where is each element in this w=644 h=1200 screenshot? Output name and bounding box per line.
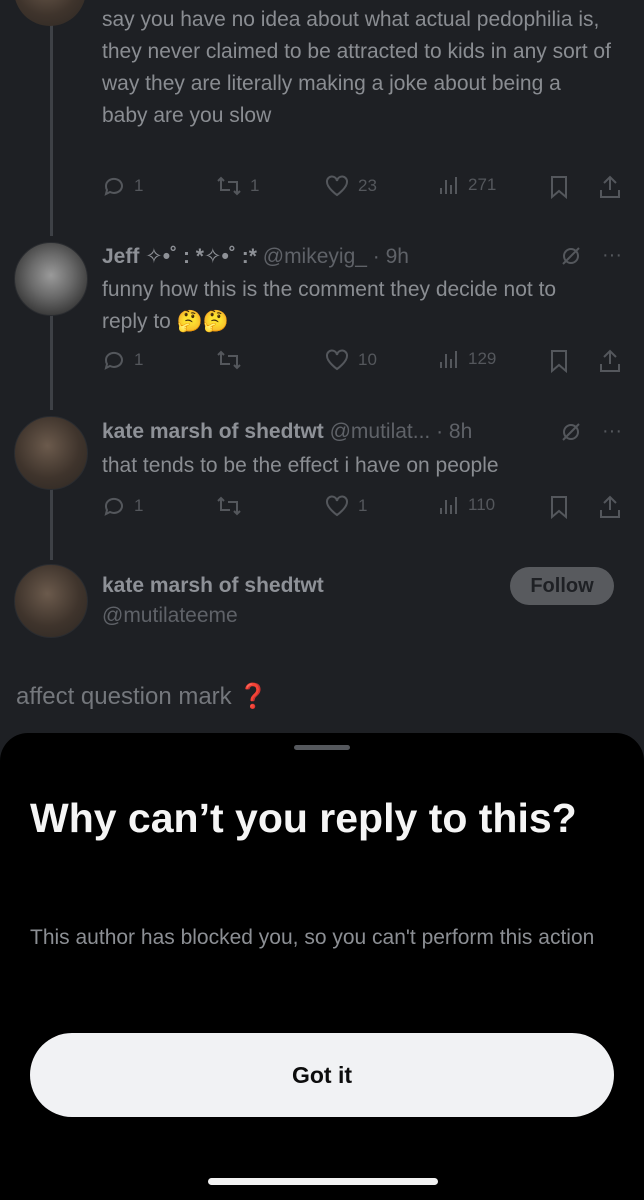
share-icon (600, 175, 620, 198)
like-button[interactable]: 10 (324, 348, 377, 372)
question-mark-emoji: ❓ (238, 683, 269, 710)
views-button[interactable]: 271 (438, 174, 496, 196)
tweet-top-icons: ··· (560, 420, 622, 443)
like-count: 1 (358, 496, 368, 515)
bookmark-icon (551, 496, 567, 520)
got-it-button[interactable]: Got it (30, 1033, 614, 1117)
share-button[interactable] (598, 174, 622, 200)
author-name[interactable]: Jeff ✧•˚ : *✧•˚ :* (102, 245, 257, 268)
share-icon (600, 495, 620, 518)
retweet-icon (217, 350, 241, 370)
author-name[interactable]: kate marsh of shedtwt (102, 420, 324, 443)
reply-draft-text[interactable]: affect question mark ❓ (16, 682, 268, 711)
share-button[interactable] (598, 348, 622, 374)
bookmark-icon (551, 176, 567, 200)
sheet-grabber[interactable] (294, 745, 350, 750)
views-icon (440, 497, 457, 514)
share-button[interactable] (598, 494, 622, 520)
bookmark-button[interactable] (548, 174, 570, 200)
avatar[interactable] (14, 564, 88, 638)
tweet-time: · 9h (372, 245, 409, 268)
reply-icon (104, 351, 123, 370)
like-button[interactable]: 1 (324, 494, 367, 518)
tweet-actions: 1 10 129 (102, 348, 622, 378)
tweet-actions: 1 1 110 (102, 494, 622, 524)
tweet-header: Jeff ✧•˚ : *✧•˚ :* @mikeyig_ · 9h (102, 244, 409, 269)
tweet-top-icons: ··· (560, 244, 622, 267)
views-icon (440, 177, 457, 194)
author-handle[interactable]: @mutilat... (330, 420, 431, 443)
reply-icon (104, 497, 123, 516)
tweet-text: that tends to be the effect i have on pe… (102, 454, 499, 477)
tweet-text: say you have no idea about what actual p… (102, 8, 611, 127)
sheet-description: This author has blocked you, so you can'… (30, 926, 595, 949)
heart-icon (326, 175, 348, 197)
reply-button[interactable]: 1 (102, 494, 143, 518)
tweet-time: · 8h (436, 420, 473, 443)
avatar[interactable] (14, 0, 86, 26)
tweet-header: kate marsh of shedtwt @mutilat... · 8h (102, 420, 472, 444)
heart-icon (326, 495, 348, 517)
more-icon[interactable]: ··· (602, 244, 622, 267)
grok-icon[interactable] (560, 421, 582, 443)
tweet[interactable]: Jeff ✧•˚ : *✧•˚ :* @mikeyig_ · 9h ··· fu… (0, 236, 644, 396)
tweet-text: funny how this is the comment they decid… (102, 278, 557, 333)
views-button[interactable]: 110 (438, 494, 495, 516)
tweet[interactable]: say you have no idea about what actual p… (0, 0, 644, 220)
home-indicator[interactable] (208, 1178, 438, 1185)
like-count: 23 (358, 176, 377, 195)
retweet-count: 1 (250, 176, 260, 195)
reply-count: 1 (134, 350, 144, 369)
retweet-button[interactable] (216, 348, 242, 372)
retweet-icon (217, 176, 241, 196)
tweet-actions: 1 1 23 271 (102, 174, 622, 204)
views-button[interactable]: 129 (438, 348, 496, 370)
reply-button[interactable]: 1 (102, 348, 143, 372)
blocked-info-sheet: Why can’t you reply to this? This author… (0, 733, 644, 1200)
retweet-button[interactable]: 1 (216, 174, 259, 198)
reply-button[interactable]: 1 (102, 174, 143, 198)
reply-context-name: kate marsh of shedtwt (102, 574, 324, 598)
share-icon (600, 349, 620, 372)
views-icon (440, 351, 457, 368)
sheet-title: Why can’t you reply to this? (30, 795, 577, 841)
avatar[interactable] (14, 416, 88, 490)
grok-icon[interactable] (560, 245, 582, 267)
like-count: 10 (358, 350, 377, 369)
reply-context-handle-row: @mutilateeme (102, 604, 238, 628)
author-handle[interactable]: @mikeyig_ (263, 245, 367, 268)
author-name[interactable]: kate marsh of shedtwt (102, 574, 324, 597)
author-handle[interactable]: @mutilateeme (102, 604, 238, 627)
more-icon[interactable]: ··· (602, 420, 622, 443)
reply-count: 1 (134, 176, 144, 195)
reply-icon (104, 177, 123, 196)
views-count: 129 (468, 349, 497, 368)
retweet-icon (217, 496, 241, 516)
bookmark-button[interactable] (548, 494, 570, 520)
views-count: 271 (468, 175, 497, 194)
bookmark-button[interactable] (548, 348, 570, 374)
like-button[interactable]: 23 (324, 174, 377, 198)
retweet-button[interactable] (216, 494, 242, 518)
bookmark-icon (551, 350, 567, 374)
views-count: 110 (468, 495, 496, 514)
reply-count: 1 (134, 496, 144, 515)
follow-button[interactable]: Follow (510, 567, 614, 605)
tweet[interactable]: kate marsh of shedtwt @mutilat... · 8h ·… (0, 410, 644, 540)
avatar[interactable] (14, 242, 88, 316)
draft-text: affect question mark (16, 683, 232, 710)
heart-icon (326, 349, 348, 371)
